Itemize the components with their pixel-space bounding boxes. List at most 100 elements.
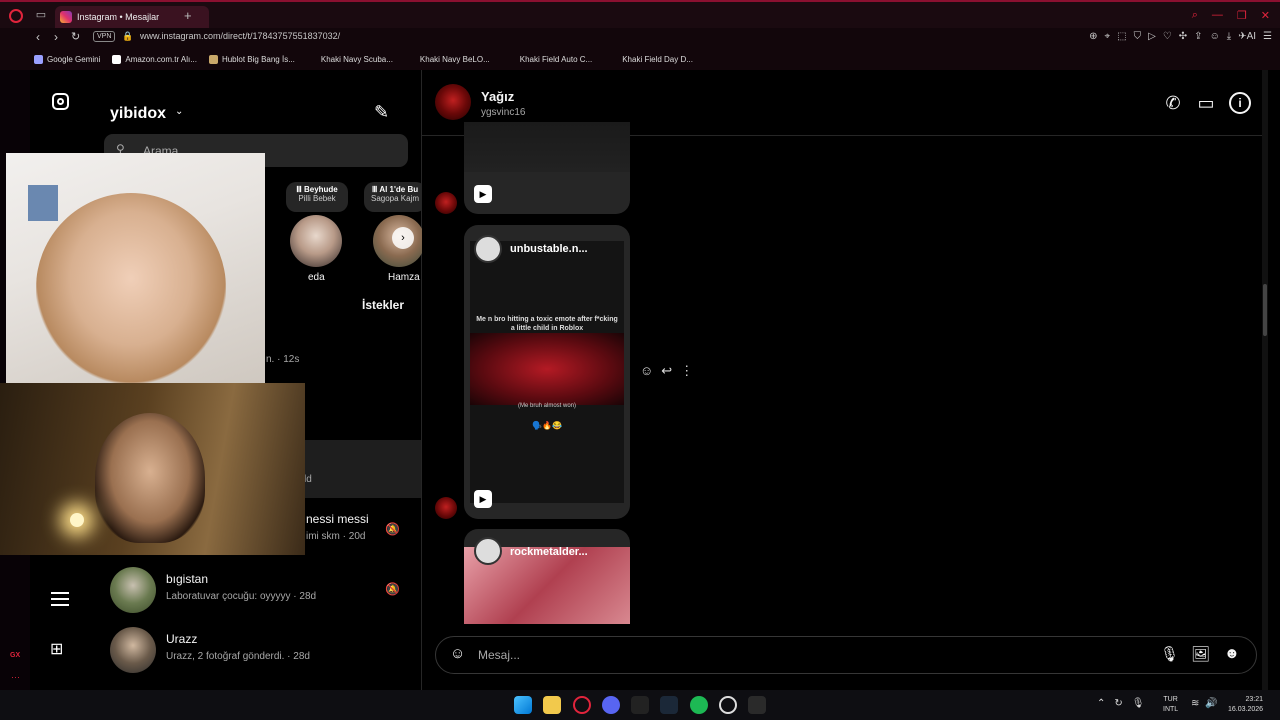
heart-icon[interactable]: ♡ bbox=[1163, 31, 1172, 42]
react-icon[interactable]: ☺ bbox=[640, 363, 653, 379]
bookmark-5[interactable]: Khaki Field Auto C... bbox=[520, 55, 592, 64]
apps-grid-icon[interactable]: ⊞ bbox=[50, 639, 63, 659]
file-explorer-icon[interactable] bbox=[543, 696, 561, 714]
more-icon[interactable]: ⋮ bbox=[680, 363, 693, 379]
note-title: Ⅲ Al 1'de Bu bbox=[371, 185, 419, 194]
scrollbar[interactable] bbox=[1262, 70, 1268, 690]
tab-menu-icon[interactable]: ▭ bbox=[34, 9, 48, 21]
play-icon: ▶ bbox=[474, 490, 492, 508]
back-icon[interactable]: ‹ bbox=[36, 30, 40, 44]
new-message-icon[interactable]: ✎ bbox=[374, 102, 389, 123]
bookmark-1[interactable]: Amazon.com.tr Alı... bbox=[112, 54, 197, 64]
tab-title: Instagram • Mesajlar bbox=[77, 12, 160, 22]
shared-reel-card[interactable]: rockmetalder... bbox=[464, 529, 630, 624]
phone-icon[interactable]: ✆ bbox=[1162, 92, 1184, 114]
reel-caption: Me n bro hitting a toxic emote after f*c… bbox=[476, 316, 618, 332]
app-icon[interactable] bbox=[631, 696, 649, 714]
note-bubble[interactable]: Ⅲ Al 1'de Bu Sagopa Kajm bbox=[364, 182, 426, 212]
note-bubble[interactable]: Ⅲ Beyhude Pilli Bebek bbox=[286, 182, 348, 212]
account-icon[interactable]: ☺ bbox=[1210, 31, 1220, 42]
clock[interactable]: 23:21 16.03.2026 bbox=[1228, 695, 1263, 715]
bookmark-4[interactable]: Khaki Navy BeLO... bbox=[420, 55, 490, 64]
url-field[interactable]: www.instagram.com/direct/t/1784375755183… bbox=[140, 31, 340, 41]
instagram-logo-icon[interactable] bbox=[52, 93, 69, 110]
system-tray: ⌃ ↻ 🎙 bbox=[1097, 698, 1144, 709]
steam-icon[interactable] bbox=[660, 696, 678, 714]
info-icon[interactable]: i bbox=[1229, 92, 1251, 114]
requests-link[interactable]: İstekler bbox=[362, 298, 404, 312]
wifi-icon: ≋ bbox=[1191, 698, 1200, 709]
shared-reel-card[interactable]: ▶ bbox=[464, 122, 630, 214]
sync-icon[interactable]: ↻ bbox=[1114, 698, 1122, 709]
app-icon[interactable] bbox=[719, 696, 737, 714]
message-composer[interactable]: ☺ Mesaj... 🎙 🖼 ☻ bbox=[435, 636, 1257, 674]
account-switcher[interactable]: yibidox bbox=[110, 105, 166, 123]
extensions-icon[interactable]: ✣ bbox=[1179, 31, 1187, 42]
chevron-down-icon[interactable]: ⌄ bbox=[175, 106, 183, 117]
next-stories-icon[interactable]: › bbox=[392, 227, 414, 249]
maximize-icon[interactable]: ❐ bbox=[1237, 9, 1247, 22]
partial-preview: ld bbox=[304, 474, 312, 485]
ai-icon[interactable]: ✈AI bbox=[1238, 31, 1256, 42]
video-call-icon[interactable]: ▭ bbox=[1195, 92, 1217, 114]
reel-thumbnail bbox=[464, 122, 630, 172]
emoji-icon[interactable]: ☺ bbox=[450, 645, 465, 662]
avatar bbox=[474, 235, 502, 263]
start-icon[interactable] bbox=[514, 696, 532, 714]
microphone-icon[interactable]: 🎙 bbox=[1132, 698, 1145, 709]
sticker-icon[interactable]: ☻ bbox=[1224, 645, 1240, 662]
download-icon[interactable]: ⤓ bbox=[1227, 31, 1231, 42]
close-icon[interactable]: ✕ bbox=[1261, 9, 1270, 22]
shared-reel-card[interactable]: unbustable.n... Me n bro hitting a toxic… bbox=[464, 225, 630, 519]
instagram-favicon-icon bbox=[60, 11, 72, 23]
bookmark-6[interactable]: Khaki Field Day D... bbox=[622, 55, 693, 64]
amazon-icon bbox=[112, 54, 122, 64]
gx-icon[interactable]: GX bbox=[10, 652, 20, 659]
hamburger-menu-icon[interactable] bbox=[51, 592, 69, 606]
search-tabs-icon[interactable]: ⌕ bbox=[1192, 9, 1198, 22]
share-icon[interactable]: ⇪ bbox=[1194, 31, 1202, 42]
avatar[interactable] bbox=[435, 84, 471, 120]
minimize-icon[interactable]: — bbox=[1212, 9, 1223, 22]
conversation-name: nessi messi bbox=[306, 512, 369, 526]
opera-gx-icon[interactable] bbox=[573, 696, 591, 714]
opera-menu-icon[interactable] bbox=[9, 9, 23, 23]
bookmark-3[interactable]: Khaki Navy Scuba... bbox=[321, 55, 393, 64]
message-input[interactable]: Mesaj... bbox=[478, 648, 520, 662]
reply-icon[interactable]: ↩ bbox=[661, 363, 672, 379]
new-tab-button[interactable]: + bbox=[184, 9, 192, 22]
snapshot-icon[interactable]: ⬚ bbox=[1117, 31, 1126, 42]
list-item[interactable]: bıgistan Laboratuvar çocuğu: oyyyyy · 28… bbox=[110, 567, 410, 613]
conversation-name: Urazz bbox=[166, 632, 198, 646]
reload-icon[interactable]: ↻ bbox=[71, 30, 80, 43]
conversation-preview: Urazz, 2 fotoğraf gönderdi. · 28d bbox=[166, 651, 310, 662]
menu-icon[interactable]: ☰ bbox=[1263, 31, 1272, 42]
zoom-icon[interactable]: ⊕ bbox=[1089, 31, 1097, 42]
lock-icon[interactable]: 🔒 bbox=[122, 31, 133, 42]
vpn-badge[interactable]: VPN bbox=[93, 31, 116, 42]
bookmark-0[interactable]: Google Gemini bbox=[34, 54, 100, 64]
discord-icon[interactable] bbox=[602, 696, 620, 714]
gemini-icon bbox=[34, 54, 43, 64]
bookmark-2[interactable]: Hublot Big Bang İs... bbox=[208, 54, 295, 64]
avatar[interactable] bbox=[290, 215, 342, 267]
scrollbar-thumb[interactable] bbox=[1263, 284, 1267, 336]
network-volume[interactable]: ≋ 🔊 bbox=[1191, 698, 1218, 709]
bookmarks-bar: Google Gemini Amazon.com.tr Alı... Hublo… bbox=[0, 48, 1280, 70]
forward-icon[interactable]: › bbox=[54, 30, 58, 44]
pin-icon[interactable]: ⌖ bbox=[1105, 31, 1111, 42]
avatar bbox=[435, 192, 457, 214]
microphone-icon[interactable]: 🎙 bbox=[1160, 645, 1179, 663]
list-item[interactable]: Urazz Urazz, 2 fotoğraf gönderdi. · 28d bbox=[110, 627, 410, 673]
language-indicator[interactable]: TUR INTL bbox=[1163, 695, 1178, 715]
epic-games-icon[interactable] bbox=[748, 696, 766, 714]
image-icon[interactable]: 🖼 bbox=[1191, 645, 1210, 663]
chevron-up-icon[interactable]: ⌃ bbox=[1097, 698, 1105, 709]
shield-icon[interactable]: ⛉ bbox=[1134, 31, 1142, 42]
more-icon[interactable]: ··· bbox=[11, 672, 20, 682]
player-icon[interactable]: ▷ bbox=[1148, 31, 1156, 42]
volume-icon: 🔊 bbox=[1205, 698, 1218, 709]
spotify-icon[interactable] bbox=[690, 696, 708, 714]
avatar bbox=[110, 567, 156, 613]
chat-name[interactable]: Yağız bbox=[481, 89, 514, 104]
